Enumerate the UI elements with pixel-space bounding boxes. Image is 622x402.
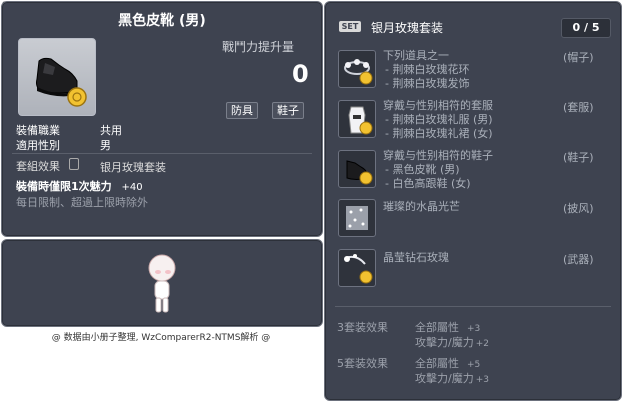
diamond-rose-icon [344, 254, 373, 284]
item-name: 黑色皮靴 (男) [118, 13, 206, 29]
charm-limit: 裝備時僅限1次魅力 +40 [16, 178, 143, 194]
crystal-sparkle-icon [346, 206, 368, 230]
slot-cape-text: 璀璨的水晶光芒 [383, 200, 460, 213]
slot-icon-weapon [338, 249, 376, 287]
bonus-5-stat1: 全部屬性 +5 [415, 357, 481, 370]
divider [12, 153, 312, 154]
item-icon-frame [18, 38, 96, 116]
slot-icon-hat [338, 50, 376, 88]
divider [335, 306, 611, 307]
character-avatar-icon [148, 254, 176, 313]
bonus-5-stat2: 攻擊力/魔力 +3 [415, 372, 489, 385]
set-badge: SET [339, 21, 361, 32]
set-panel: SET 银月玫瑰套装 0 / 5 下列道具之一 - 荆棘白玫瑰花环 - 荆棘白玫… [324, 1, 622, 401]
slot-shoes-type: (鞋子) [563, 151, 594, 164]
job-key: 裝備職業 [16, 124, 60, 137]
charm-bonus: +40 [121, 182, 143, 193]
item-tooltip: 黑色皮靴 (男) 戰鬥力提升量 0 防具 鞋子 裝備職業 共用 適用性別 男 套… [1, 1, 323, 237]
slot-icon-outfit [338, 100, 376, 138]
slot-outfit-type: (套服) [563, 101, 594, 114]
slot-weapon-text: 晶莹钻石玫瑰 [383, 251, 449, 264]
slot-outfit-text: 穿戴与性别相符的套服 - 荆棘白玫瑰礼服 (男) - 荆棘白玫瑰礼裙 (女) [383, 99, 493, 140]
tag-shoes: 鞋子 [272, 102, 304, 119]
lock-icon [69, 158, 79, 170]
flower-crown-icon [344, 59, 373, 85]
gender-value: 男 [100, 139, 111, 152]
boots-icon [346, 160, 373, 185]
bonus-5-label: 5套装效果 [337, 357, 388, 370]
charm-limit-label: 裝備時僅限1次魅力 [16, 180, 112, 193]
character-preview [1, 239, 323, 327]
slot-weapon-type: (武器) [563, 253, 594, 266]
footer-credit: @ 数据由小册子整理, WzComparerR2-NTMS解析 @ [51, 333, 271, 343]
set-name: 银月玫瑰套装 [371, 21, 444, 35]
set-effect-key: 套組效果 [16, 160, 60, 173]
bonus-3-stat2: 攻擊力/魔力 +2 [415, 336, 489, 349]
power-value: 0 [292, 60, 309, 88]
job-value: 共用 [100, 124, 122, 137]
tag-armor: 防具 [226, 102, 258, 119]
bonus-3-stat1: 全部屬性 +3 [415, 321, 481, 334]
slot-shoes-text: 穿戴与性别相符的鞋子 - 黑色皮靴 (男) - 白色高跟鞋 (女) [383, 149, 493, 190]
power-label: 戰鬥力提升量 [222, 40, 295, 54]
black-boots-icon [36, 57, 87, 107]
set-effect-value: 银月玫瑰套装 [100, 161, 166, 174]
slot-hat-type: (帽子) [563, 51, 594, 64]
set-count: 0 / 5 [561, 18, 611, 38]
slot-cape-type: (披风) [563, 202, 594, 215]
slot-icon-cape [338, 199, 376, 237]
dress-outfit-icon [348, 106, 373, 135]
slot-icon-shoes [338, 150, 376, 188]
slot-hat-text: 下列道具之一 - 荆棘白玫瑰花环 - 荆棘白玫瑰发饰 [383, 49, 470, 90]
bonus-3-label: 3套装效果 [337, 321, 388, 334]
gender-key: 適用性別 [16, 139, 60, 152]
daily-limit-note: 每日限制、超過上限時除外 [16, 196, 148, 209]
